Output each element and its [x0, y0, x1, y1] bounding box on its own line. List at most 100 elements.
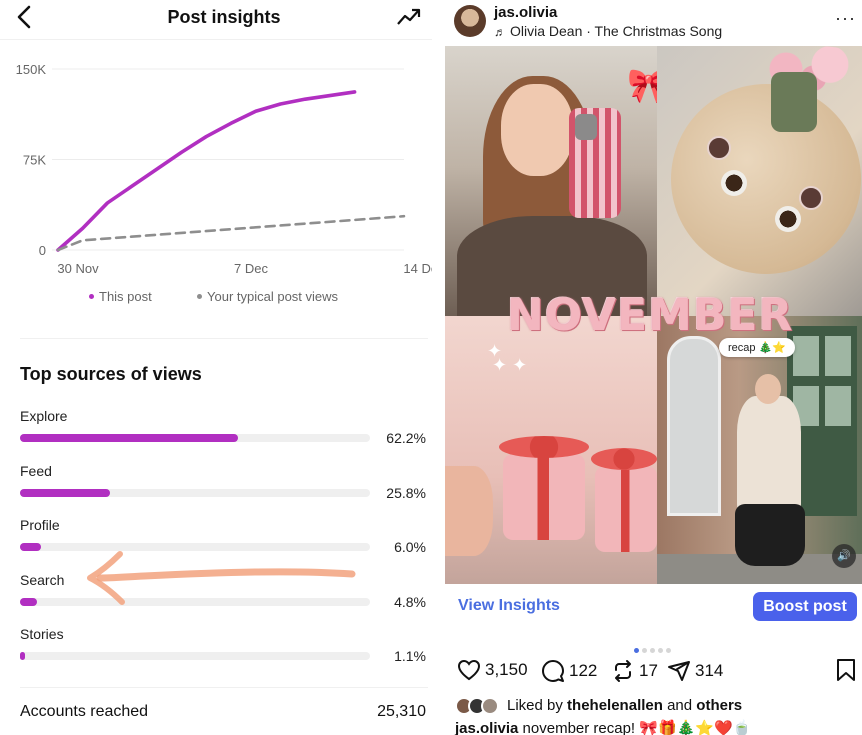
collage-photo-mugs: ✦ ✦ ✦	[445, 316, 657, 584]
photo-shape	[755, 374, 781, 404]
photo-shape	[735, 504, 805, 566]
music-note-icon: ♬	[494, 25, 506, 39]
volume-icon[interactable]: 🔊	[832, 544, 856, 568]
view-insights-link[interactable]: View Insights	[458, 597, 560, 615]
photo-shape	[667, 336, 721, 516]
y-tick-label: 150K	[16, 62, 47, 77]
x-tick-label: 14 Dec	[403, 261, 432, 276]
trending-up-icon[interactable]	[396, 6, 422, 28]
source-percent-profile: 6.0%	[394, 539, 426, 555]
liked-by-line[interactable]: Liked by thehelenallen and others	[455, 697, 742, 716]
hand-drawn-arrow-icon	[87, 551, 356, 605]
source-label-explore: Explore	[20, 408, 68, 424]
repost-icon	[615, 660, 631, 682]
photo-shape	[575, 114, 597, 140]
share-action[interactable]: 314	[667, 659, 723, 683]
source-label-stories: Stories	[20, 626, 64, 642]
y-tick-label: 75K	[23, 153, 46, 168]
source-percent-feed: 25.8%	[386, 484, 426, 501]
series-line-this-post	[56, 90, 357, 252]
photo-shape	[825, 386, 851, 426]
x-tick-label: 7 Dec	[234, 261, 268, 276]
y-tick-label: 0	[39, 243, 46, 258]
post-song[interactable]: ♬ Olivia Dean · The Christmas Song	[494, 23, 722, 39]
bookmark-icon[interactable]	[835, 658, 857, 682]
photo-shape	[591, 448, 657, 470]
carousel-dot	[658, 648, 663, 653]
november-sticker: NOVEMBER	[507, 290, 794, 341]
photo-shape	[737, 396, 801, 516]
collage-photo-street: recap 🎄⭐	[657, 316, 862, 584]
x-tick-label: 30 Nov	[57, 261, 99, 276]
source-bar-track-feed	[20, 488, 370, 497]
send-icon	[668, 661, 690, 681]
liked-by-and: and	[662, 697, 697, 714]
source-percent-explore: 62.2%	[386, 430, 426, 446]
comments-count: 122	[569, 661, 598, 680]
post-insights-panel: Post insights 075K150K30 Nov7 Dec14 Dec …	[0, 0, 432, 735]
post-username[interactable]: jas.olivia	[494, 4, 557, 21]
heart-icon	[457, 659, 481, 681]
section-divider-2	[20, 687, 428, 688]
carousel-dot	[650, 648, 655, 653]
caption-text: november recap! 🎀🎁🎄⭐❤️🍵	[518, 720, 752, 735]
liked-by-others[interactable]: others	[696, 697, 742, 714]
section-divider	[20, 338, 428, 339]
photo-shape	[445, 466, 493, 556]
source-bar-track-stories	[20, 652, 370, 660]
source-label-profile: Profile	[20, 517, 60, 533]
source-bar-fill-search	[20, 597, 37, 606]
views-line-chart: 0 75K 150K 30 Nov 7 Dec 14 Dec	[16, 62, 432, 276]
liked-by-user[interactable]: thehelenallen	[567, 697, 663, 714]
more-horizontal-icon[interactable]: ···	[835, 8, 856, 29]
song-label: Olivia Dean · The Christmas Song	[510, 23, 723, 39]
source-bar-fill-explore	[20, 434, 238, 442]
avatar[interactable]	[454, 5, 486, 37]
liked-by-prefix: Liked by	[507, 697, 568, 714]
source-bar-track-explore	[20, 434, 370, 442]
carousel-dot	[642, 648, 647, 653]
post-image-collage[interactable]: 🎀 ✦ ✦ ✦ recap 🎄⭐ NOVEMBER 🔊	[445, 46, 862, 584]
source-bar-fill-feed	[20, 488, 111, 497]
legend-dot-typical	[197, 294, 202, 300]
legend-dot-this-post	[89, 294, 94, 300]
photo-shape	[721, 170, 747, 196]
legend-label-this-post: This post	[99, 289, 152, 304]
comment-icon	[542, 660, 564, 682]
source-label-search: Search	[20, 571, 65, 588]
photo-shape	[569, 108, 621, 218]
source-bar-fill-stories	[20, 652, 25, 660]
photo-shape	[707, 136, 731, 160]
like-action[interactable]: 3,150	[457, 659, 528, 683]
photo-shape	[799, 186, 823, 210]
liker-avatars	[455, 697, 501, 716]
boost-post-button[interactable]: Boost post	[753, 592, 857, 621]
collage-photo-coffee-table	[657, 46, 862, 316]
series-line-your-typical-post-views	[56, 214, 406, 252]
photo-shape	[501, 84, 573, 176]
source-percent-stories: 1.1%	[394, 648, 426, 664]
carousel-dot-active	[634, 648, 639, 653]
avatar	[481, 697, 499, 716]
top-sources-title: Top sources of views	[20, 364, 202, 384]
repost-action[interactable]: 17	[611, 659, 658, 683]
accounts-reached-value: 25,310	[377, 703, 426, 720]
legend-label-typical: Your typical post views	[207, 289, 339, 304]
comment-action[interactable]: 122	[541, 659, 597, 683]
photo-shape	[499, 436, 589, 540]
collage-photo-earmuffs: 🎀	[445, 46, 669, 316]
source-percent-search: 4.8%	[394, 593, 426, 610]
photo-shape	[771, 72, 817, 132]
carousel-dots	[634, 640, 674, 658]
instagram-post-panel: jas.olivia ♬ Olivia Dean · The Christmas …	[445, 0, 862, 735]
reposts-count: 17	[639, 661, 658, 680]
accounts-reached-label: Accounts reached	[20, 703, 149, 720]
photo-shape	[775, 206, 801, 232]
page-title: Post insights	[167, 7, 281, 27]
photo-shape	[671, 84, 861, 274]
stars-sticker-icon: ✦ ✦ ✦	[487, 341, 528, 375]
likes-count: 3,150	[485, 660, 528, 679]
legend-this-post: This post	[89, 289, 152, 304]
caption-username[interactable]: jas.olivia	[455, 720, 518, 735]
source-bar-fill-profile	[20, 543, 41, 551]
